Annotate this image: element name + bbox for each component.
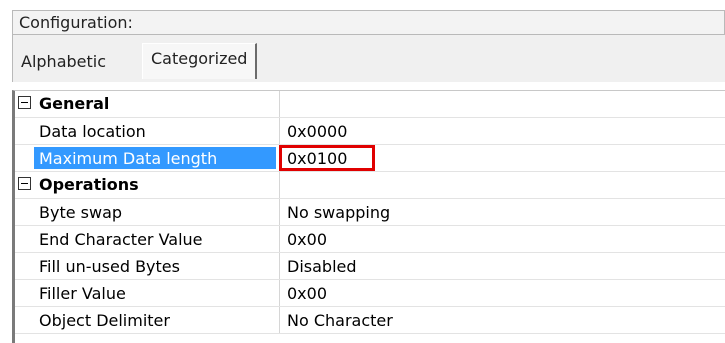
annotation-highlight-box (279, 145, 375, 171)
property-value: No swapping (287, 203, 391, 222)
property-value: 0x00 (287, 230, 328, 249)
property-value: 0x0000 (287, 122, 348, 141)
property-value-cell[interactable]: No swapping (280, 199, 725, 225)
property-name-cell: Byte swap (15, 199, 280, 225)
property-row-filler-value[interactable]: Filler Value 0x00 (15, 280, 725, 307)
configuration-title: Configuration: (19, 13, 133, 32)
property-name-cell: Maximum Data length (15, 145, 280, 171)
category-row-operations[interactable]: Operations (15, 172, 725, 199)
property-row-object-delimiter[interactable]: Object Delimiter No Character (15, 307, 725, 334)
property-value-cell[interactable]: 0x00 (280, 226, 725, 252)
property-name: Data location (39, 122, 146, 141)
property-value: 0x00 (287, 284, 328, 303)
property-name: End Character Value (39, 230, 203, 249)
property-row-data-location[interactable]: Data location 0x0000 (15, 118, 725, 145)
property-name: Object Delimiter (39, 311, 170, 330)
property-row-byte-swap[interactable]: Byte swap No swapping (15, 199, 725, 226)
category-name-cell: General (15, 91, 280, 117)
property-row-end-character-value[interactable]: End Character Value 0x00 (15, 226, 725, 253)
collapse-icon[interactable] (18, 96, 31, 109)
tab-categorized[interactable]: Categorized (142, 43, 258, 79)
property-name: Maximum Data length (39, 149, 218, 168)
property-value-cell[interactable]: No Character (280, 307, 725, 333)
property-name-cell: End Character Value (15, 226, 280, 252)
category-name-cell: Operations (15, 172, 280, 198)
property-name-cell: Data location (15, 118, 280, 144)
property-row-fill-unused-bytes[interactable]: Fill un-used Bytes Disabled (15, 253, 725, 280)
property-value: No Character (287, 311, 393, 330)
property-name-cell: Fill un-used Bytes (15, 253, 280, 279)
property-value-cell[interactable]: 0x0000 (280, 118, 725, 144)
category-row-general[interactable]: General (15, 91, 725, 118)
property-name-cell: Object Delimiter (15, 307, 280, 333)
property-name: Filler Value (39, 284, 126, 303)
property-value-cell[interactable]: 0x00 (280, 280, 725, 306)
category-label: Operations (39, 175, 139, 194)
category-value-cell (280, 172, 725, 198)
category-value-cell (280, 91, 725, 117)
category-label: General (39, 94, 110, 113)
property-name: Byte swap (39, 203, 123, 222)
property-name: Fill un-used Bytes (39, 257, 180, 276)
tab-strip: Alphabetic Categorized (12, 35, 725, 82)
collapse-icon[interactable] (18, 177, 31, 190)
property-grid: General Data location 0x0000 Maximum Dat… (12, 90, 725, 343)
property-name-cell: Filler Value (15, 280, 280, 306)
tab-alphabetic[interactable]: Alphabetic (21, 51, 106, 73)
property-value-cell[interactable]: Disabled (280, 253, 725, 279)
property-row-maximum-data-length[interactable]: Maximum Data length 0x0100 (15, 145, 725, 172)
property-value: Disabled (287, 257, 357, 276)
configuration-header: Configuration: (12, 10, 725, 35)
